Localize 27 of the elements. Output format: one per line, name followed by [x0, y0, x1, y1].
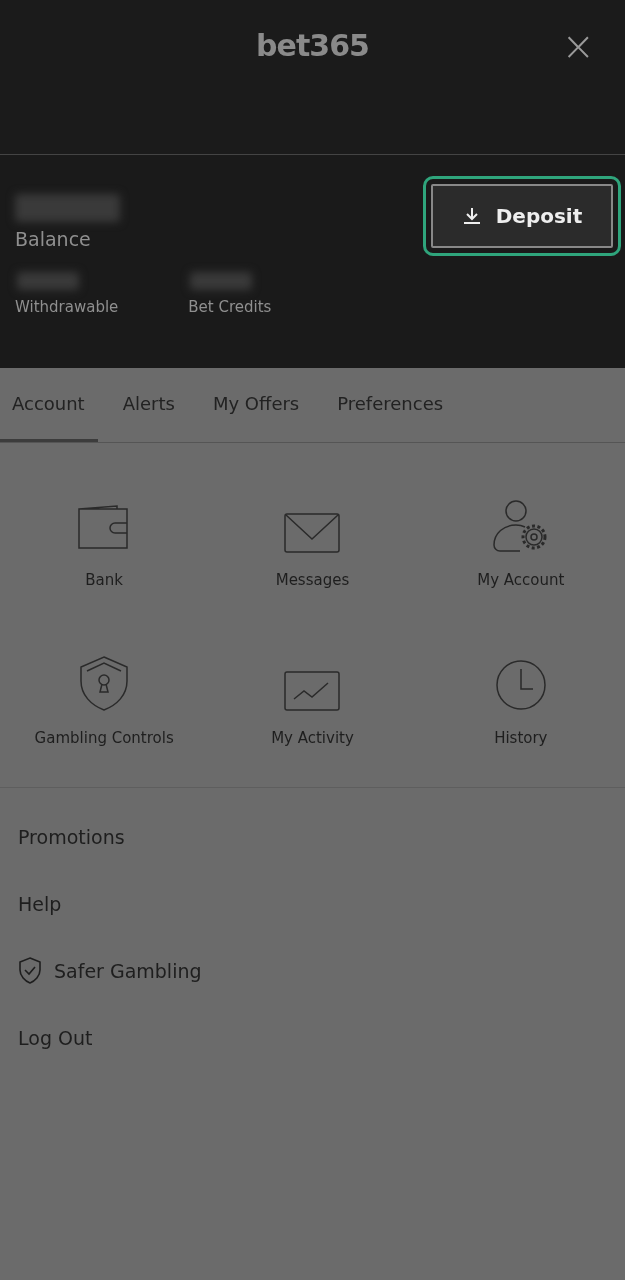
close-button[interactable]: × — [561, 26, 595, 66]
menu-tile[interactable]: Bank — [0, 471, 209, 589]
download-icon — [461, 206, 482, 226]
menu-item[interactable]: Safer Gambling — [0, 937, 220, 1004]
clock-icon — [494, 659, 547, 711]
tab[interactable]: Alerts — [110, 368, 188, 442]
logo: bet365 — [256, 28, 369, 64]
shield-check-icon — [18, 957, 42, 984]
menu-item[interactable]: Log Out — [0, 1004, 111, 1071]
amount-label: Bet Credits — [188, 298, 272, 316]
menu-item[interactable]: Promotions — [0, 803, 143, 870]
menu-item[interactable]: Help — [0, 870, 80, 937]
menu-tile[interactable]: Messages — [208, 471, 417, 589]
blurred-amount — [190, 272, 253, 290]
menu-tile[interactable]: My Account — [416, 471, 625, 589]
tab[interactable]: My Offers — [200, 368, 313, 442]
blurred-amount — [17, 272, 79, 290]
menu-tile[interactable]: Gambling Controls — [0, 629, 209, 747]
shield-lock-icon — [79, 655, 130, 711]
chart-icon — [284, 671, 341, 711]
tab[interactable]: Account — [0, 368, 98, 442]
balance-label: Balance — [15, 228, 92, 250]
tab[interactable]: Preferences — [325, 368, 457, 442]
envelope-icon — [284, 513, 341, 553]
amount-label: Withdrawable — [15, 298, 119, 316]
menu-tile[interactable]: History — [416, 629, 625, 747]
menu-tile[interactable]: My Activity — [208, 629, 417, 747]
